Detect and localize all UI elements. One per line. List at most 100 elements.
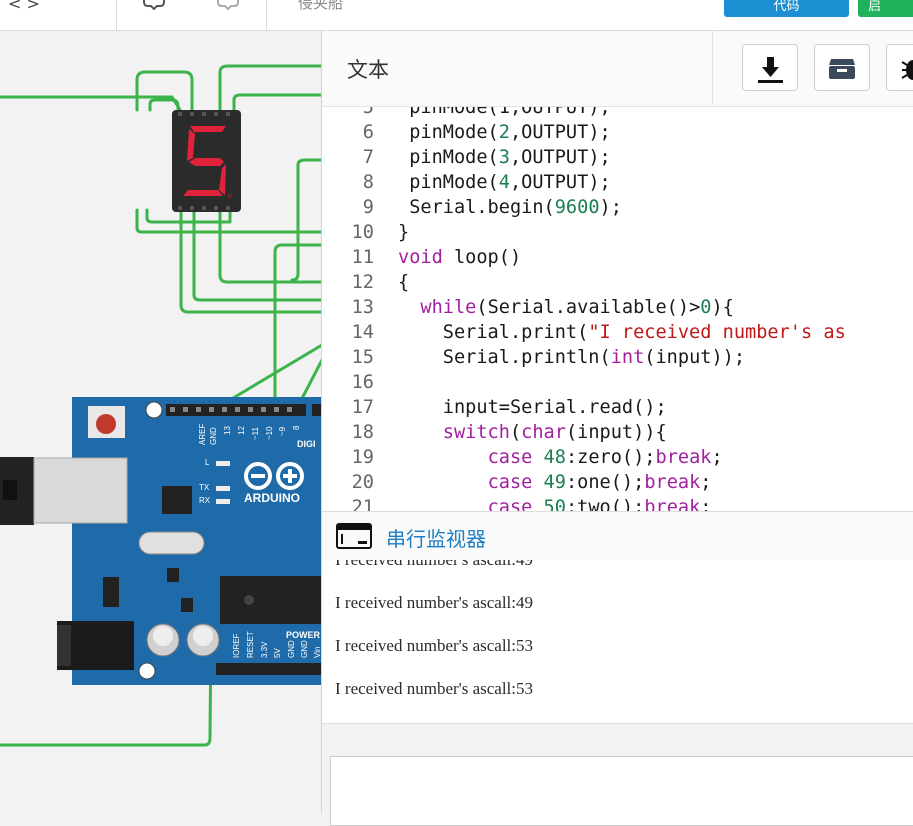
- nav-arrows[interactable]: < >: [8, 0, 40, 13]
- note-icon[interactable]: [214, 0, 242, 12]
- code-token: int: [610, 347, 645, 368]
- download-button[interactable]: [742, 44, 798, 91]
- serial-line: I received number's ascall:49: [335, 560, 533, 570]
- code-token: break: [655, 447, 712, 468]
- seven-segment-display[interactable]: [172, 110, 241, 212]
- code-text: input=Serial.read();: [398, 395, 667, 420]
- line-number: 5: [362, 107, 374, 118]
- code-token: pinMode(: [398, 122, 499, 143]
- code-text: while(Serial.available()>0){: [398, 295, 734, 320]
- code-token: {: [398, 272, 410, 293]
- line-number: 6: [362, 122, 374, 143]
- code-token: break: [644, 497, 701, 511]
- panel-title: 文本: [347, 58, 389, 82]
- serial-monitor-icon: [336, 523, 372, 549]
- circuit-drawing: ARDUINO L TX RX DIGI POWER AREF GND 13 1…: [0, 64, 322, 747]
- led-label-tx: TX: [199, 483, 210, 492]
- code-token: char: [521, 422, 566, 443]
- code-text: Serial.println(int(input));: [398, 345, 745, 370]
- code-text: pinMode(4,OUTPUT);: [398, 170, 611, 195]
- code-token: 2: [498, 122, 510, 143]
- top-toolbar: < > 侵夹船 代码 启: [0, 0, 913, 31]
- line-number: 18: [351, 422, 374, 443]
- code-text: switch(char(input)){: [398, 420, 667, 445]
- line-number: 12: [351, 272, 374, 293]
- library-icon: [829, 59, 855, 79]
- code-editor[interactable]: 5 pinMode(1,OUTPUT); 6 pinMode(2,OUTPUT);…: [322, 107, 913, 511]
- code-token: 49: [543, 472, 566, 493]
- code-text: {: [398, 270, 409, 295]
- code-token: Serial.begin(: [398, 197, 555, 218]
- line-number: 20: [351, 472, 374, 493]
- code-token: Serial.print(: [398, 322, 589, 343]
- code-text: pinMode(1,OUTPUT);: [398, 107, 611, 120]
- pin-label: RESET: [246, 631, 255, 658]
- line-number: 21: [351, 497, 374, 511]
- code-text: Serial.begin(9600);: [398, 195, 622, 220]
- pin-label: ~11: [251, 426, 260, 440]
- code-token: case: [487, 472, 533, 493]
- code-token: 4: [498, 172, 510, 193]
- serial-line: I received number's ascall:49: [335, 593, 534, 612]
- debugger-button[interactable]: [886, 44, 913, 91]
- pin-label: GND: [300, 640, 309, 658]
- code-token: pinMode(: [398, 172, 499, 193]
- code-token: (input)){: [565, 422, 667, 443]
- code-token: pinMode(: [398, 147, 499, 168]
- code-token: 50: [543, 497, 566, 511]
- code-token: while: [420, 297, 477, 318]
- start-simulation-button[interactable]: 启: [858, 0, 913, 17]
- line-number: 13: [351, 297, 374, 318]
- toolbar-divider: [266, 0, 267, 30]
- code-token: (input));: [644, 347, 746, 368]
- power-label: POWER: [286, 630, 321, 640]
- code-text: }: [398, 220, 409, 245]
- code-token: (Serial.available()>: [476, 297, 701, 318]
- circuit-canvas[interactable]: ARDUINO L TX RX DIGI POWER AREF GND 13 1…: [0, 31, 322, 813]
- pin-label: AREF: [198, 424, 207, 445]
- code-token: Serial.println(: [398, 347, 611, 368]
- library-button[interactable]: [814, 44, 870, 91]
- code-token: 9600: [554, 197, 600, 218]
- arduino-board[interactable]: ARDUINO L TX RX DIGI POWER AREF GND 13 1…: [0, 397, 322, 685]
- digital-label: DIGI: [297, 439, 316, 449]
- code-token: ,OUTPUT);: [509, 122, 611, 143]
- comment-icon[interactable]: [140, 0, 168, 12]
- line-number: 19: [351, 447, 374, 468]
- line-number: 7: [362, 147, 374, 168]
- pin-label: 8: [292, 425, 301, 430]
- pin-label: 13: [223, 426, 232, 435]
- code-token: ){: [711, 297, 734, 318]
- board-brand-label: ARDUINO: [244, 491, 300, 505]
- led-label-rx: RX: [199, 496, 211, 505]
- code-button[interactable]: 代码: [724, 0, 849, 17]
- code-text: pinMode(2,OUTPUT);: [398, 120, 611, 145]
- code-token: }: [398, 222, 410, 243]
- pin-label: 3.3V: [260, 641, 269, 658]
- serial-input[interactable]: [330, 756, 913, 826]
- code-token: 48: [543, 447, 566, 468]
- code-token: break: [644, 472, 701, 493]
- pin-label: IOREF: [232, 633, 241, 658]
- pin-label: 5V: [273, 648, 282, 658]
- pin-label: 12: [237, 426, 246, 435]
- code-token: ,OUTPUT);: [509, 147, 611, 168]
- line-number: 15: [351, 347, 374, 368]
- line-number: 9: [362, 197, 374, 218]
- code-token: ;: [700, 472, 712, 493]
- serial-monitor-title: 串行监视器: [386, 527, 486, 551]
- code-token: 3: [498, 147, 510, 168]
- code-token: "I received number's as: [588, 322, 846, 343]
- code-token: :zero();: [565, 447, 656, 468]
- code-token: :one();: [565, 472, 645, 493]
- code-token: :two();: [565, 497, 645, 511]
- led-label-l: L: [205, 458, 210, 467]
- code-token: (: [509, 422, 522, 443]
- serial-monitor-header[interactable]: 串行监视器: [322, 511, 913, 561]
